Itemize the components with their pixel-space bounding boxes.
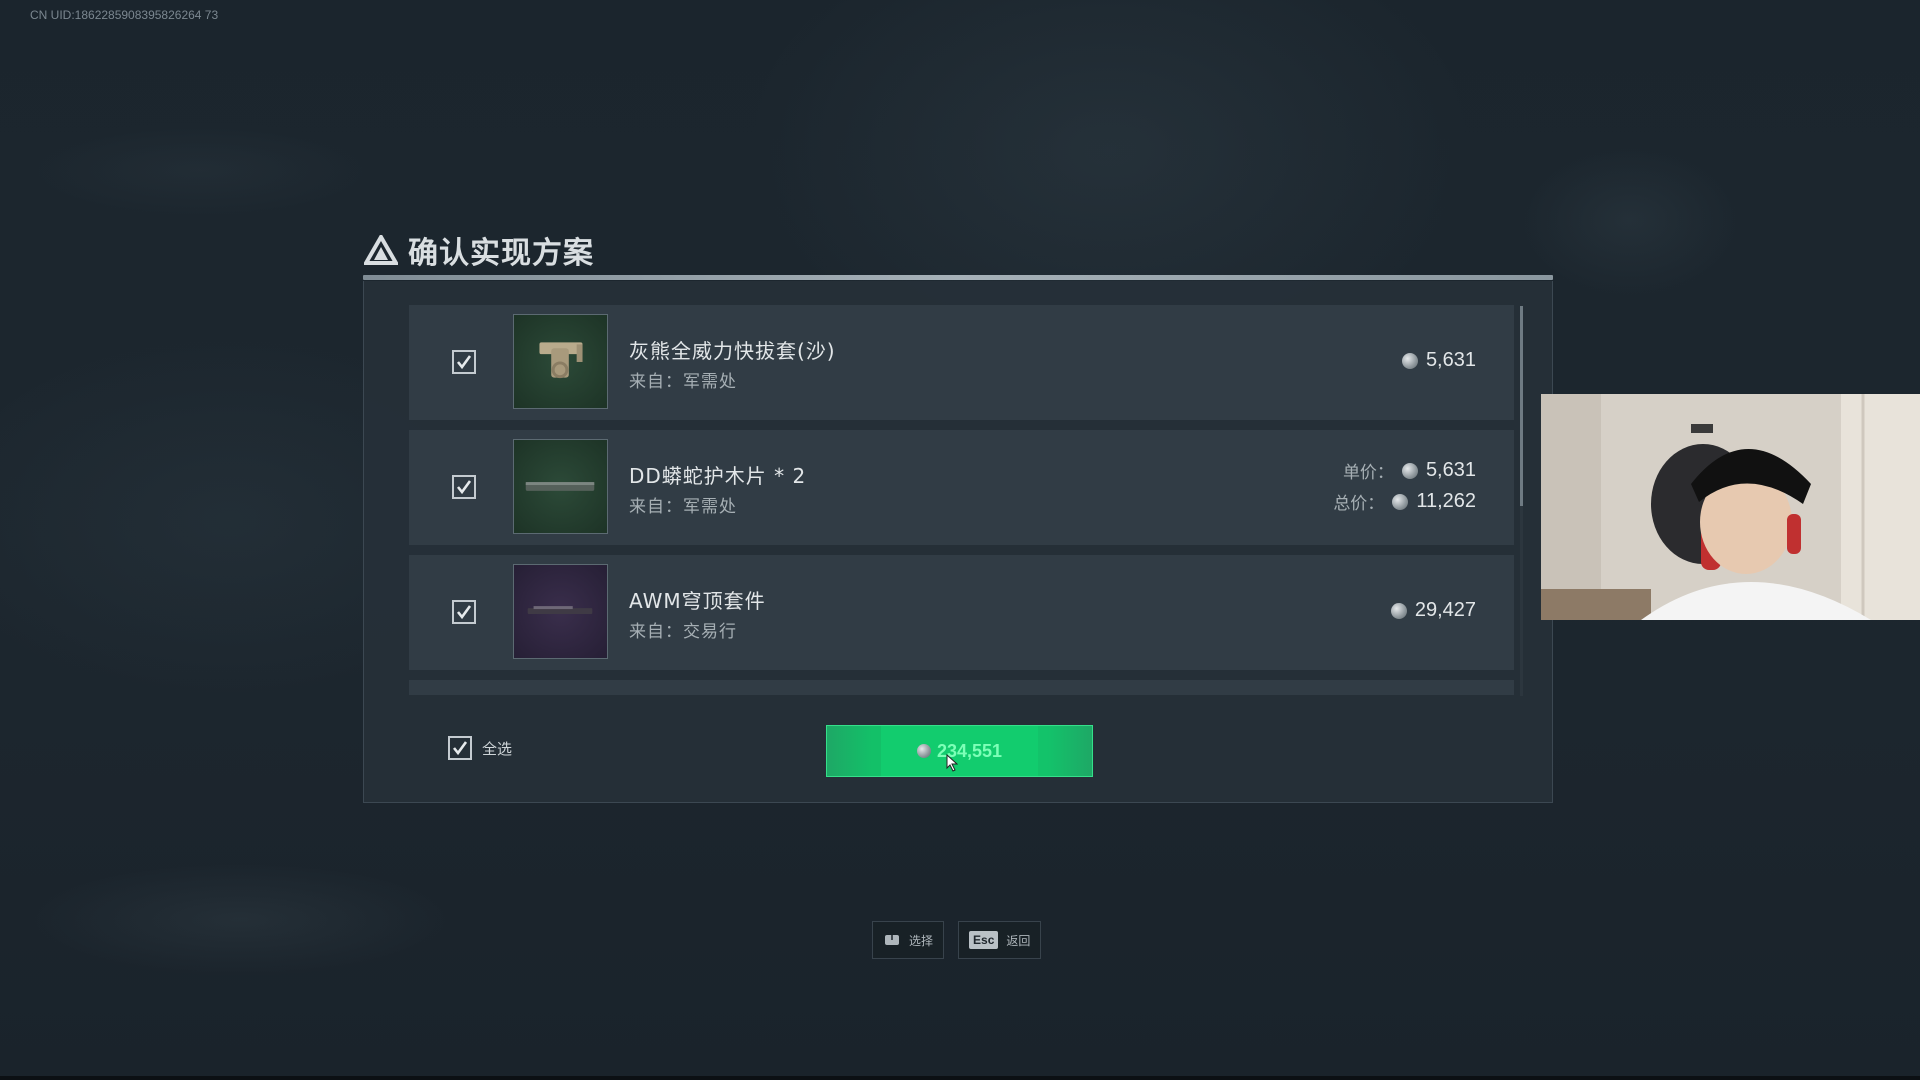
item-source: 来自：军需处 bbox=[629, 497, 737, 517]
item-list[interactable]: 灰熊全威力快拔套(沙) 来自：军需处 5,631 DD蟒蛇护木片 * 2 来自：… bbox=[409, 305, 1514, 695]
unit-price-label: 单价： bbox=[1342, 463, 1394, 483]
item-name: AWM穹顶套件 bbox=[629, 589, 766, 613]
triangle-logo-icon bbox=[364, 235, 398, 265]
panel-title: 确认实现方案 bbox=[364, 228, 594, 272]
price-value: 29,427 bbox=[1414, 599, 1476, 621]
coin-icon bbox=[1390, 602, 1407, 619]
price-value: 5,631 bbox=[1425, 349, 1476, 371]
coin-icon bbox=[1401, 462, 1418, 479]
webcam-overlay bbox=[1541, 394, 1920, 620]
list-item[interactable]: 灰熊全威力快拔套(沙) 来自：军需处 5,631 bbox=[409, 305, 1514, 420]
total-price-label: 总价： bbox=[1333, 494, 1385, 514]
select-hint-label: 选择 bbox=[909, 933, 934, 948]
mouse-icon bbox=[885, 935, 899, 945]
item-source: 来自：军需处 bbox=[629, 372, 737, 392]
item-checkbox[interactable] bbox=[452, 475, 476, 499]
total-price: 总价： 11,262 bbox=[1333, 489, 1476, 514]
item-checkbox[interactable] bbox=[452, 600, 476, 624]
checkmark-icon bbox=[456, 480, 472, 495]
item-price: 5,631 bbox=[1401, 349, 1476, 372]
checkmark-icon bbox=[456, 605, 472, 620]
item-checkbox[interactable] bbox=[452, 350, 476, 374]
checkmark-icon bbox=[456, 355, 472, 370]
total-price-value: 11,262 bbox=[1416, 490, 1476, 512]
select-all-label: 全选 bbox=[482, 739, 513, 758]
item-thumbnail bbox=[513, 439, 608, 534]
key-hints: 选择 Esc 返回 bbox=[872, 921, 1042, 959]
coin-icon bbox=[916, 744, 931, 758]
select-all[interactable]: 全选 bbox=[448, 736, 512, 760]
checkmark-icon bbox=[452, 741, 468, 756]
bottom-edge bbox=[0, 1076, 1920, 1080]
esc-key-icon: Esc bbox=[969, 931, 999, 949]
unit-price: 单价： 5,631 bbox=[1343, 458, 1476, 483]
rail-kit-icon bbox=[527, 606, 593, 614]
scrollbar-thumb[interactable] bbox=[1520, 306, 1523, 506]
item-source: 来自：交易行 bbox=[629, 622, 737, 642]
item-thumbnail bbox=[513, 564, 608, 659]
holster-icon bbox=[539, 342, 583, 379]
panel-divider bbox=[363, 275, 1553, 280]
uid-label: CN UID:1862285908395826264 73 bbox=[30, 8, 219, 22]
list-item[interactable] bbox=[409, 680, 1514, 695]
confirm-plan-panel: 灰熊全威力快拔套(沙) 来自：军需处 5,631 DD蟒蛇护木片 * 2 来自：… bbox=[363, 281, 1553, 803]
select-all-checkbox[interactable] bbox=[448, 736, 472, 760]
select-hint[interactable]: 选择 bbox=[872, 921, 945, 959]
item-thumbnail bbox=[513, 314, 608, 409]
item-price: 29,427 bbox=[1390, 599, 1476, 622]
item-name: DD蟒蛇护木片 * 2 bbox=[629, 464, 807, 488]
list-scrollbar[interactable] bbox=[1520, 306, 1523, 696]
confirm-purchase-button[interactable]: 234,551 bbox=[826, 725, 1093, 777]
coin-icon bbox=[1401, 352, 1418, 369]
mouse-cursor-icon bbox=[946, 754, 958, 772]
back-hint-label: 返回 bbox=[1006, 933, 1031, 948]
panel-title-text: 确认实现方案 bbox=[408, 236, 594, 271]
list-item[interactable]: DD蟒蛇护木片 * 2 来自：军需处 单价： 5,631 总价： 11,262 bbox=[409, 430, 1514, 545]
coin-icon bbox=[1392, 493, 1409, 510]
unit-price-value: 5,631 bbox=[1425, 459, 1476, 481]
item-name: 灰熊全威力快拔套(沙) bbox=[629, 339, 836, 363]
handguard-icon bbox=[525, 482, 595, 491]
streamer-camera-image bbox=[1541, 394, 1920, 620]
back-hint[interactable]: Esc 返回 bbox=[958, 921, 1042, 959]
list-item[interactable]: AWM穹顶套件 来自：交易行 29,427 bbox=[409, 555, 1514, 670]
game-screen: CN UID:1862285908395826264 73 确认实现方案 灰熊全… bbox=[0, 0, 1920, 1080]
